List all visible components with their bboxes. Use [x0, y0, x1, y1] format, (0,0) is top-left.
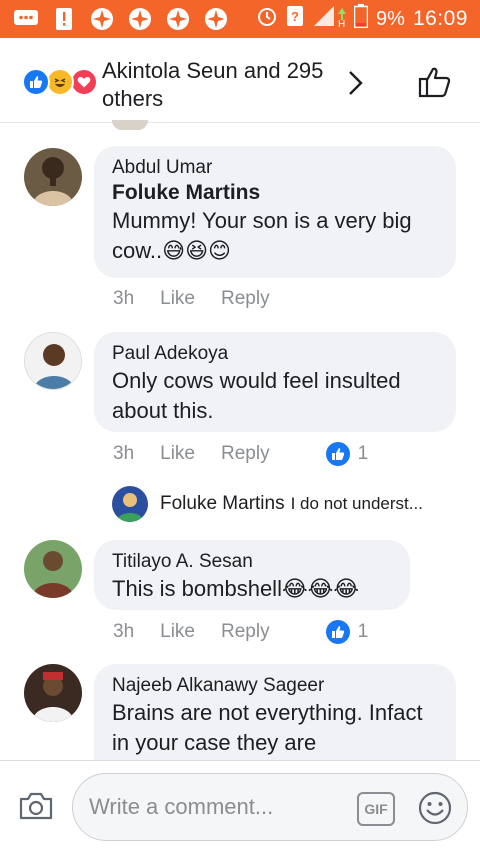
app-notification-icon: [88, 7, 116, 31]
gif-button[interactable]: GIF: [357, 792, 395, 826]
like-icon: [22, 68, 50, 96]
avatar[interactable]: [24, 540, 82, 598]
avatar[interactable]: [24, 664, 82, 722]
signal-icon: H: [312, 4, 347, 34]
comment-bubble[interactable]: Abdul Umar Foluke Martins Mummy! Your so…: [94, 146, 456, 278]
svg-text:?: ?: [291, 9, 299, 24]
status-bar: ? H 9% 16:09: [0, 0, 480, 38]
clock: 16:09: [412, 7, 468, 30]
comment-item: Abdul Umar Foluke Martins Mummy! Your so…: [0, 146, 480, 326]
no-sim-icon: ?: [286, 5, 304, 33]
reactions-summary[interactable]: Akintola Seun and 295 others: [102, 57, 342, 113]
app-notification-icon: [164, 7, 192, 31]
comment-mention[interactable]: Foluke Martins: [112, 180, 438, 206]
comment-author[interactable]: Abdul Umar: [112, 156, 438, 180]
reply-button: Reply: [221, 443, 270, 464]
battery-icon: [353, 4, 369, 34]
like-outline-icon[interactable]: [418, 66, 452, 103]
comment-actions: 3h Like Reply 1: [113, 442, 368, 466]
app-notification-icon: [202, 7, 230, 31]
reactions-header: Akintola Seun and 295 others: [0, 38, 480, 123]
comment-bubble[interactable]: Paul Adekoya Only cows would feel insult…: [94, 332, 456, 432]
comment-text: Brains are not everything. Infact in you…: [112, 700, 423, 755]
avatar[interactable]: [24, 332, 82, 390]
reply-snippet: I do not underst...: [290, 494, 423, 513]
like-icon: [325, 442, 350, 466]
comment-actions: 3h Like Reply 1: [113, 620, 368, 644]
comment-text: Only cows would feel insulted about this…: [112, 368, 401, 423]
reaction-icons[interactable]: [22, 68, 98, 96]
partial-avatar: [112, 120, 148, 130]
comment-item: Titilayo A. Sesan This is bombshell😂😂😂 3…: [0, 538, 480, 658]
comment-item: Najeeb Alkanawy Sageer Brains are not ev…: [0, 662, 480, 760]
comment-time: 3h: [113, 621, 135, 642]
comment-composer: Write a comment... GIF: [0, 760, 480, 855]
reply-author[interactable]: Foluke Martins: [160, 493, 285, 515]
like-icon: [325, 620, 350, 644]
avatar: [112, 486, 148, 522]
avatar[interactable]: [24, 148, 82, 206]
alert-icon: [50, 7, 78, 31]
alarm-icon: [256, 5, 278, 33]
comment-bubble[interactable]: Titilayo A. Sesan This is bombshell😂😂😂: [94, 540, 410, 610]
like-count[interactable]: 1: [325, 620, 369, 644]
love-icon: [70, 68, 98, 96]
like-button[interactable]: Like: [160, 443, 195, 465]
reply-preview[interactable]: Foluke Martins I do not underst...: [112, 484, 472, 524]
like-count-number: 1: [357, 443, 369, 464]
comment-time: 3h: [113, 443, 135, 464]
comment-author[interactable]: Paul Adekoya: [112, 342, 438, 366]
emoji-smile-icon[interactable]: [417, 790, 453, 831]
chevron-right-icon[interactable]: [348, 70, 364, 101]
comment-text: Mummy! Your son is a very big cow..😅😆😊: [112, 208, 412, 263]
emoji-laugh-icon: 😅😆😊: [162, 238, 231, 263]
comment-bubble[interactable]: Najeeb Alkanawy Sageer Brains are not ev…: [94, 664, 456, 760]
comment-author[interactable]: Najeeb Alkanawy Sageer: [112, 674, 438, 698]
like-count[interactable]: 1: [325, 442, 369, 466]
app-notification-icon: [126, 7, 154, 31]
emoji-tears-of-joy-icon: 😂😂😂: [281, 576, 360, 601]
comment-actions: 3h Like Reply: [113, 288, 296, 310]
like-count-number: 1: [357, 621, 369, 642]
camera-icon[interactable]: [18, 791, 54, 826]
like-button[interactable]: Like: [160, 288, 195, 310]
like-button[interactable]: Like: [160, 621, 195, 643]
comment-input[interactable]: Write a comment... GIF: [72, 773, 468, 841]
comment-input-placeholder: Write a comment...: [89, 794, 274, 819]
comment-text: This is bombshell😂😂😂: [112, 576, 360, 601]
battery-percent: 9%: [376, 7, 405, 30]
message-icon: [12, 7, 40, 31]
haha-icon: [46, 68, 74, 96]
comment-time: 3h: [113, 288, 135, 309]
comment-author[interactable]: Titilayo A. Sesan: [112, 550, 392, 574]
reply-button[interactable]: Reply: [221, 288, 270, 310]
network-type: H: [338, 19, 345, 28]
reply-button[interactable]: Reply: [221, 621, 270, 643]
